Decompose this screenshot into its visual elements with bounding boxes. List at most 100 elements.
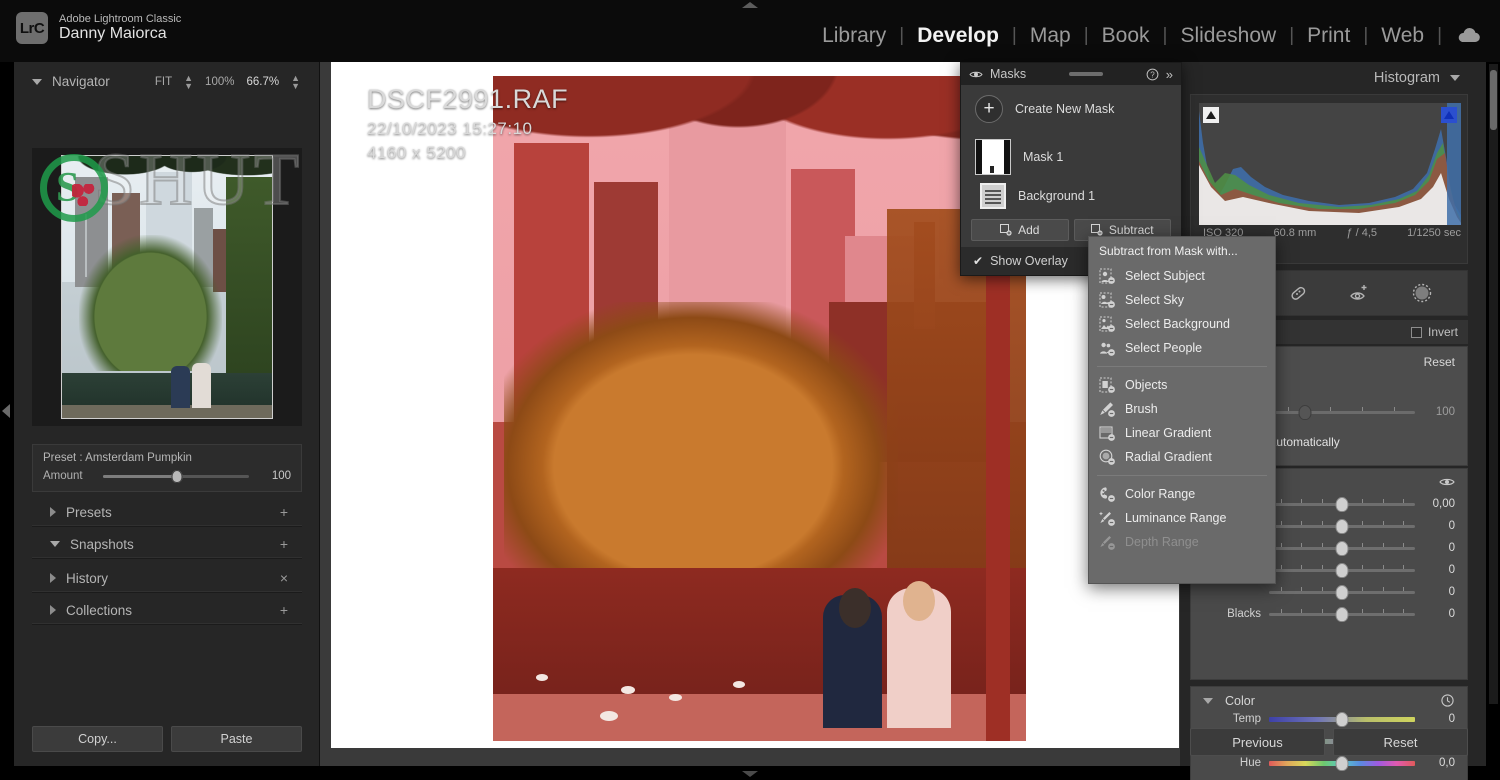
invert-toggle[interactable]: Invert [1411,325,1458,339]
histogram-header[interactable]: Histogram [1374,70,1470,86]
context-menu-item-select-sky[interactable]: Select Sky [1089,288,1275,312]
module-develop[interactable]: Develop [904,22,1012,50]
scrollbar-thumb[interactable] [1490,70,1497,130]
tone-slider-knob[interactable] [1336,563,1349,578]
collections-add-icon[interactable]: + [280,602,288,618]
snapshots-add-icon[interactable]: + [280,536,288,552]
navigator-preview[interactable] [32,148,302,426]
zoom-option-100[interactable]: 100% [199,76,240,88]
context-menu-item-luminance-range[interactable]: Luminance Range [1089,506,1275,530]
tone-slider-track[interactable] [1269,591,1415,594]
color-slider-track[interactable] [1269,717,1415,722]
highlight-clipping-indicator[interactable] [1441,107,1457,123]
tone-slider-track[interactable] [1269,569,1415,572]
show-overlay-label: Show Overlay [990,254,1068,268]
zoom-fit-stepper-icon[interactable]: ▲▼ [178,74,199,90]
amount-knob[interactable] [172,470,183,483]
sidebar-item-snapshots[interactable]: Snapshots + [32,534,302,554]
context-menu-item-label: Select Sky [1125,293,1184,307]
presets-disclosure-icon[interactable] [50,507,56,517]
tone-slider-knob[interactable] [1336,585,1349,600]
color-disclosure-icon[interactable] [1203,698,1213,704]
mask-list-item-background1[interactable]: Background 1 [961,179,1181,213]
background-thumbnail[interactable] [980,183,1006,209]
tone-slider-track[interactable] [1269,525,1415,528]
context-menu-item-linear-gradient[interactable]: Linear Gradient [1089,421,1275,445]
presets-add-icon[interactable]: + [280,504,288,520]
reset-button[interactable]: Reset [1333,728,1468,756]
color-slider-knob[interactable] [1336,756,1349,771]
tone-slider-track[interactable] [1269,503,1415,506]
masks-drag-handle[interactable] [1069,72,1103,76]
edited-photo[interactable] [493,76,1026,741]
spot-removal-icon[interactable] [1286,281,1310,305]
histogram-plot[interactable] [1199,103,1461,225]
invert-checkbox[interactable] [1411,327,1422,338]
context-menu-item-select-subject[interactable]: Select Subject [1089,264,1275,288]
masking-icon[interactable] [1410,281,1434,305]
color-visibility-icon[interactable] [1440,693,1455,708]
paste-button[interactable]: Paste [171,726,302,752]
module-book[interactable]: Book [1089,22,1163,50]
collections-disclosure-icon[interactable] [50,605,56,615]
tone-slider-knob[interactable] [1336,497,1349,512]
module-print[interactable]: Print [1294,22,1363,50]
red-eye-correction-icon[interactable] [1348,281,1372,305]
snapshots-disclosure-icon[interactable] [50,541,60,547]
tone-slider-row[interactable]: 0 [1203,581,1455,603]
zoom-option-fit[interactable]: FIT [149,76,178,88]
context-menu-item-objects[interactable]: Objects [1089,373,1275,397]
masks-panel-header[interactable]: Masks ? » [961,63,1181,85]
sidebar-item-presets[interactable]: Presets + [32,502,302,522]
module-web[interactable]: Web [1368,22,1437,50]
top-panel-collapse-toggle[interactable] [742,2,758,8]
chevron-double-right-icon[interactable]: » [1166,67,1173,82]
history-disclosure-icon[interactable] [50,573,56,583]
color-slider-knob[interactable] [1336,712,1349,727]
tone-slider-knob[interactable] [1336,607,1349,622]
create-new-mask-button[interactable]: + Create New Mask [961,95,1181,135]
amount-track[interactable] [103,475,249,478]
preset-amount-knob[interactable] [1298,405,1311,420]
sidebar-item-history[interactable]: History × [32,568,302,588]
context-menu-item-select-background[interactable]: Select Background [1089,312,1275,336]
navigator-header[interactable]: Navigator FIT ▲▼ 100% 66.7% ▲▼ [14,70,320,93]
module-library[interactable]: Library [809,22,899,50]
left-panel-collapse-arrow[interactable] [2,404,10,418]
copy-button[interactable]: Copy... [32,726,163,752]
module-map[interactable]: Map [1017,22,1084,50]
zoom-level-stepper-icon[interactable]: ▲▼ [285,74,306,90]
right-panel-scrollbar[interactable] [1489,64,1498,704]
context-menu-item-radial-gradient[interactable]: Radial Gradient [1089,445,1275,469]
color-panel-header[interactable]: Color [1203,693,1455,708]
cloud-sync-icon[interactable] [1456,27,1482,45]
history-clear-icon[interactable]: × [280,570,288,586]
module-slideshow[interactable]: Slideshow [1167,22,1289,50]
preset-amount-slider[interactable]: Amount 100 [43,470,291,482]
shadow-clipping-indicator[interactable] [1203,107,1219,123]
color-slider-row[interactable]: Temp0 [1203,708,1455,730]
context-menu-item-color-range[interactable]: Color Range [1089,482,1275,506]
navigator-disclosure-icon[interactable] [32,79,42,85]
subtract-label: Subtract [1109,223,1154,237]
context-menu-item-brush[interactable]: Brush [1089,397,1275,421]
tone-slider-knob[interactable] [1336,541,1349,556]
photo-dimensions: 4160 x 5200 [367,143,568,163]
help-icon[interactable]: ? [1146,68,1159,81]
color-slider-track[interactable] [1269,761,1415,766]
bottom-panel-collapse-toggle[interactable] [742,771,758,777]
zoom-option-667[interactable]: 66.7% [240,76,285,88]
tone-slider-row[interactable]: Blacks0 [1203,603,1455,625]
plus-icon[interactable]: + [975,95,1003,123]
mask-list-item-mask1[interactable]: Mask 1 [961,135,1181,179]
mask-thumbnail[interactable] [975,139,1011,175]
add-button[interactable]: Add [971,219,1069,241]
tone-slider-track[interactable] [1269,547,1415,550]
tone-slider-knob[interactable] [1336,519,1349,534]
eye-icon[interactable] [969,69,983,80]
context-menu-item-select-people[interactable]: Select People [1089,336,1275,360]
tone-slider-track[interactable] [1269,613,1415,616]
sidebar-item-collections[interactable]: Collections + [32,600,302,620]
previous-button[interactable]: Previous [1190,728,1325,756]
chevron-down-icon[interactable] [1450,75,1460,81]
